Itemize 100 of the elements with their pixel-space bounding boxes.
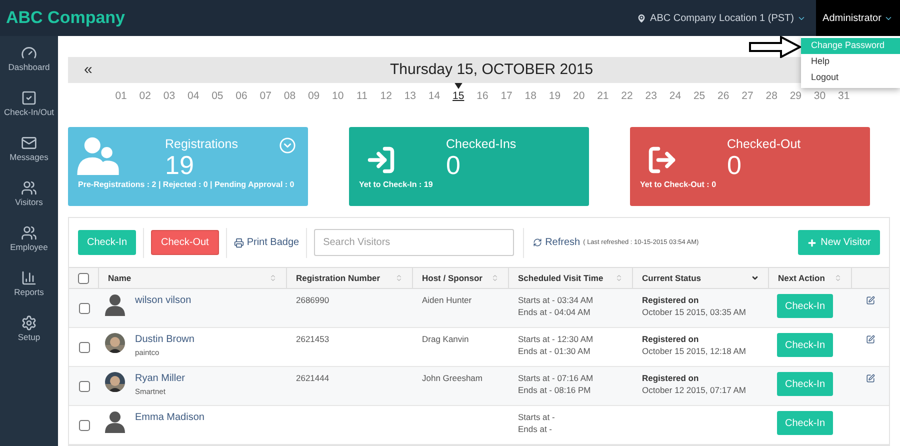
- refresh-icon: [533, 238, 542, 247]
- print-badge-button[interactable]: Print Badge: [234, 235, 300, 250]
- day-link[interactable]: 11: [350, 82, 374, 105]
- day-link[interactable]: 17: [494, 82, 519, 105]
- map-pin-icon: [636, 12, 648, 24]
- menu-item[interactable]: Help: [801, 54, 900, 70]
- day-link[interactable]: 24: [663, 82, 688, 105]
- date-title: Thursday 15, OCTOBER 2015: [390, 60, 594, 80]
- sign-out-icon: [647, 144, 677, 175]
- pointer-arrow: [749, 36, 801, 58]
- checkbox-icon: [20, 90, 37, 106]
- column-header[interactable]: Next Action: [769, 268, 852, 288]
- day-link[interactable]: 07: [254, 82, 278, 105]
- column-header[interactable]: Scheduled Visit Time: [509, 268, 633, 288]
- location-dropdown[interactable]: ABC Company Location 1 (PST): [636, 10, 806, 26]
- user-dropdown[interactable]: Administrator: [816, 0, 900, 36]
- day-link[interactable]: 18: [518, 82, 543, 105]
- bar-chart-icon: [20, 270, 37, 286]
- day-link[interactable]: 16: [470, 82, 494, 105]
- column-header[interactable]: Registration Number: [287, 268, 413, 288]
- edit-icon[interactable]: [866, 296, 875, 305]
- day-link[interactable]: 12: [374, 82, 398, 105]
- day-link[interactable]: 27: [735, 82, 760, 105]
- check-in-button[interactable]: Check-In: [777, 411, 833, 435]
- column-header[interactable]: Host / Sponsor: [413, 268, 509, 288]
- start-time-text: Starts at - 03:34 AM: [518, 294, 594, 306]
- row-checkbox[interactable]: [78, 380, 90, 392]
- day-link[interactable]: 14: [422, 82, 446, 105]
- menu-item[interactable]: Change Password: [801, 38, 900, 54]
- check-in-button[interactable]: Check-In: [777, 333, 833, 357]
- day-link[interactable]: 03: [157, 82, 182, 105]
- sidebar-item[interactable]: Setup: [18, 314, 40, 350]
- day-link[interactable]: 10: [326, 82, 350, 105]
- day-link[interactable]: 08: [278, 82, 302, 105]
- visitor-name-link[interactable]: Emma Madison: [135, 410, 204, 425]
- table-cell: John Greesham: [422, 373, 482, 383]
- sidebar-item[interactable]: Dashboard: [8, 44, 50, 80]
- day-link[interactable]: 21: [590, 82, 615, 105]
- day-link[interactable]: 15: [446, 82, 470, 105]
- edit-icon[interactable]: [866, 374, 875, 383]
- sort-icon: [395, 274, 403, 282]
- sidebar-item[interactable]: Messages: [10, 134, 48, 170]
- day-link[interactable]: 02: [133, 82, 158, 105]
- start-time-text: Starts at -: [518, 411, 556, 423]
- table-cell: Drag Kanvin: [422, 334, 469, 344]
- sidebar-item[interactable]: Check-In/Out: [4, 89, 54, 125]
- users-icon: [21, 180, 37, 196]
- check-in-button[interactable]: Check-In: [777, 372, 833, 396]
- printer-icon: [234, 238, 244, 248]
- day-link[interactable]: 01: [109, 82, 134, 105]
- day-link[interactable]: 23: [639, 82, 664, 105]
- start-time-text: Starts at - 07:16 AM: [518, 372, 594, 384]
- visitor-name-link[interactable]: Ryan Miller: [135, 371, 186, 386]
- column-header[interactable]: Name: [99, 268, 287, 288]
- check-out-button[interactable]: Check-Out: [151, 230, 219, 255]
- end-time-text: Ends at -: [518, 423, 554, 435]
- sort-icon: [751, 274, 759, 282]
- check-in-button[interactable]: Check-In: [78, 230, 136, 255]
- status-label: Registered on: [642, 372, 700, 384]
- brand-logo[interactable]: ABC Company: [6, 5, 126, 31]
- refresh-button[interactable]: Refresh: [533, 235, 580, 250]
- avatar-icon: [105, 294, 125, 316]
- sidebar-item[interactable]: Visitors: [15, 179, 43, 215]
- day-link[interactable]: 09: [302, 82, 326, 105]
- sort-icon: [269, 274, 277, 282]
- envelope-icon: [21, 135, 37, 151]
- day-link[interactable]: 26: [711, 82, 736, 105]
- day-link[interactable]: 22: [614, 82, 640, 105]
- day-link[interactable]: 19: [542, 82, 567, 105]
- search-field[interactable]: Search Visitors: [314, 229, 514, 256]
- start-time-text: Starts at - 12:30 AM: [518, 333, 594, 345]
- day-link[interactable]: 20: [566, 82, 591, 105]
- end-time-text: Ends at - 08:16 PM: [518, 384, 592, 396]
- end-time-text: Ends at - 01:30 AM: [518, 345, 592, 357]
- column-header[interactable]: Current Status: [633, 268, 769, 288]
- day-link[interactable]: 05: [205, 82, 230, 105]
- row-checkbox[interactable]: [78, 302, 90, 314]
- card-footer: Yet to Check-In : 19: [359, 178, 433, 191]
- settings-icon: [21, 315, 37, 331]
- visitor-name-link[interactable]: Dustin Brown: [135, 332, 194, 347]
- select-all-checkbox[interactable]: [78, 272, 89, 284]
- end-time-text: Ends at - 04:04 AM: [518, 306, 592, 318]
- day-link[interactable]: 04: [181, 82, 206, 105]
- row-checkbox[interactable]: [78, 342, 90, 352]
- edit-icon[interactable]: [866, 335, 875, 344]
- day-link[interactable]: 13: [398, 82, 422, 105]
- new-visitor-button[interactable]: New Visitor: [798, 230, 880, 255]
- sidebar-item[interactable]: Reports: [14, 269, 44, 305]
- previous-month-button[interactable]: «: [84, 58, 92, 82]
- visitor-name-link[interactable]: wilson vilson: [135, 293, 192, 308]
- status-date: October 15 2015, 12:18 AM: [642, 345, 747, 357]
- day-link[interactable]: 28: [760, 82, 784, 105]
- row-checkbox[interactable]: [78, 420, 90, 430]
- status-date: October 12 2015, 07:17 AM: [642, 384, 747, 396]
- day-link[interactable]: 06: [229, 82, 254, 105]
- day-link[interactable]: 25: [687, 82, 712, 105]
- avatar-icon: [105, 411, 125, 433]
- sidebar-item[interactable]: Employee: [10, 224, 48, 260]
- check-in-button[interactable]: Check-In: [777, 294, 833, 318]
- status-label: Registered on: [642, 333, 700, 345]
